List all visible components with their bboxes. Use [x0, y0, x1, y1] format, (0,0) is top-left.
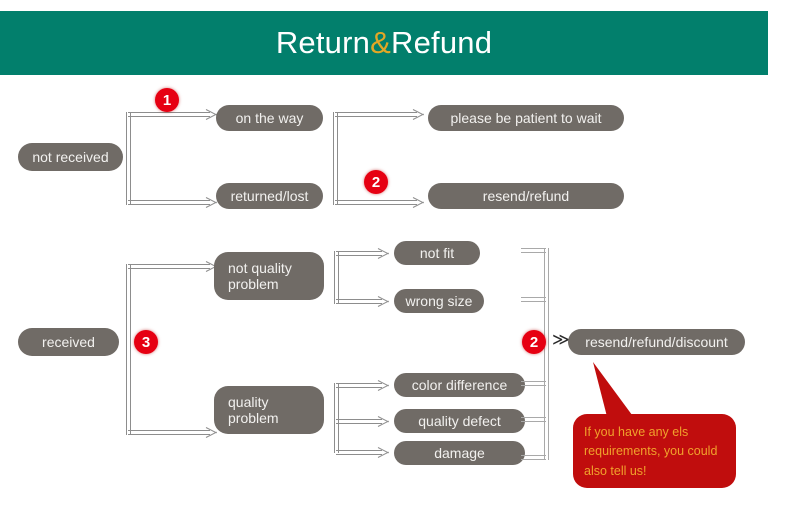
callout-bubble: If you have any els requirements, you co…	[573, 414, 736, 488]
node-received[interactable]: received	[18, 328, 119, 356]
badge-step-2-top: 2	[364, 170, 388, 194]
connector-branch-not-fit	[336, 251, 382, 256]
arrowhead-wrong-size	[378, 295, 389, 307]
connector-collector-not-fit	[521, 248, 546, 253]
connector-branch-please-wait	[335, 112, 417, 117]
page-title-part-return: Return	[275, 25, 371, 60]
badge-step-3: 3	[134, 330, 158, 354]
connector-branch-returned-lost	[128, 200, 210, 205]
callout-bubble-text: If you have any els requirements, you co…	[584, 425, 718, 478]
connector-branch-wrong-size	[336, 299, 382, 304]
badge-step-2-bottom: 2	[522, 330, 546, 354]
node-quality-defect[interactable]: quality defect	[394, 409, 525, 433]
node-not-fit[interactable]: not fit	[394, 241, 480, 265]
node-resend-refund-discount[interactable]: resend/refund/discount	[568, 329, 745, 355]
connector-branch-color-difference	[336, 383, 382, 388]
connector-collector-quality-defect	[521, 417, 546, 422]
node-returned-lost[interactable]: returned/lost	[216, 183, 323, 209]
connector-spine-not-received	[126, 112, 131, 205]
connector-branch-not-quality-problem	[128, 264, 210, 269]
connector-branch-damage	[336, 450, 382, 455]
connector-collector-spine	[544, 248, 549, 460]
arrowhead-damage	[378, 446, 389, 458]
page-title: Return&Refund	[0, 11, 768, 75]
return-refund-infographic: Return&Refund not received 1 on the way …	[0, 0, 786, 523]
node-not-received[interactable]: not received	[18, 143, 123, 171]
connector-collector-wrong-size	[521, 297, 546, 302]
connector-branch-quality-defect	[336, 419, 382, 424]
arrowhead-not-fit	[378, 247, 389, 259]
node-on-the-way[interactable]: on the way	[216, 105, 323, 131]
node-not-quality-problem[interactable]: not quality problem	[214, 252, 324, 300]
arrowhead-please-wait	[413, 108, 424, 120]
node-damage[interactable]: damage	[394, 441, 525, 465]
connector-branch-resend-refund	[335, 200, 417, 205]
badge-step-1: 1	[155, 88, 179, 112]
node-wrong-size[interactable]: wrong size	[394, 289, 484, 313]
page-title-ampersand: &	[370, 25, 391, 60]
connector-spine-quality-reasons	[334, 383, 339, 453]
node-resend-refund[interactable]: resend/refund	[428, 183, 624, 209]
node-color-difference[interactable]: color difference	[394, 373, 525, 397]
connector-collector-damage	[521, 455, 546, 460]
page-title-part-refund: Refund	[390, 25, 493, 60]
connector-spine-shipping-status	[333, 112, 338, 205]
arrowhead-color-difference	[378, 379, 389, 391]
connector-spine-received	[126, 264, 131, 435]
node-quality-problem[interactable]: quality problem	[214, 386, 324, 434]
node-please-be-patient-to-wait[interactable]: please be patient to wait	[428, 105, 624, 131]
connector-branch-on-the-way	[128, 112, 210, 117]
connector-branch-quality-problem	[128, 430, 210, 435]
connector-collector-color-difference	[521, 381, 546, 386]
header-banner: Return&Refund	[0, 11, 768, 75]
arrowhead-quality-defect	[378, 415, 389, 427]
arrowhead-resend-refund	[413, 196, 424, 208]
arrowhead-quality-problem	[206, 426, 217, 438]
connector-spine-not-quality-reasons	[334, 251, 339, 304]
